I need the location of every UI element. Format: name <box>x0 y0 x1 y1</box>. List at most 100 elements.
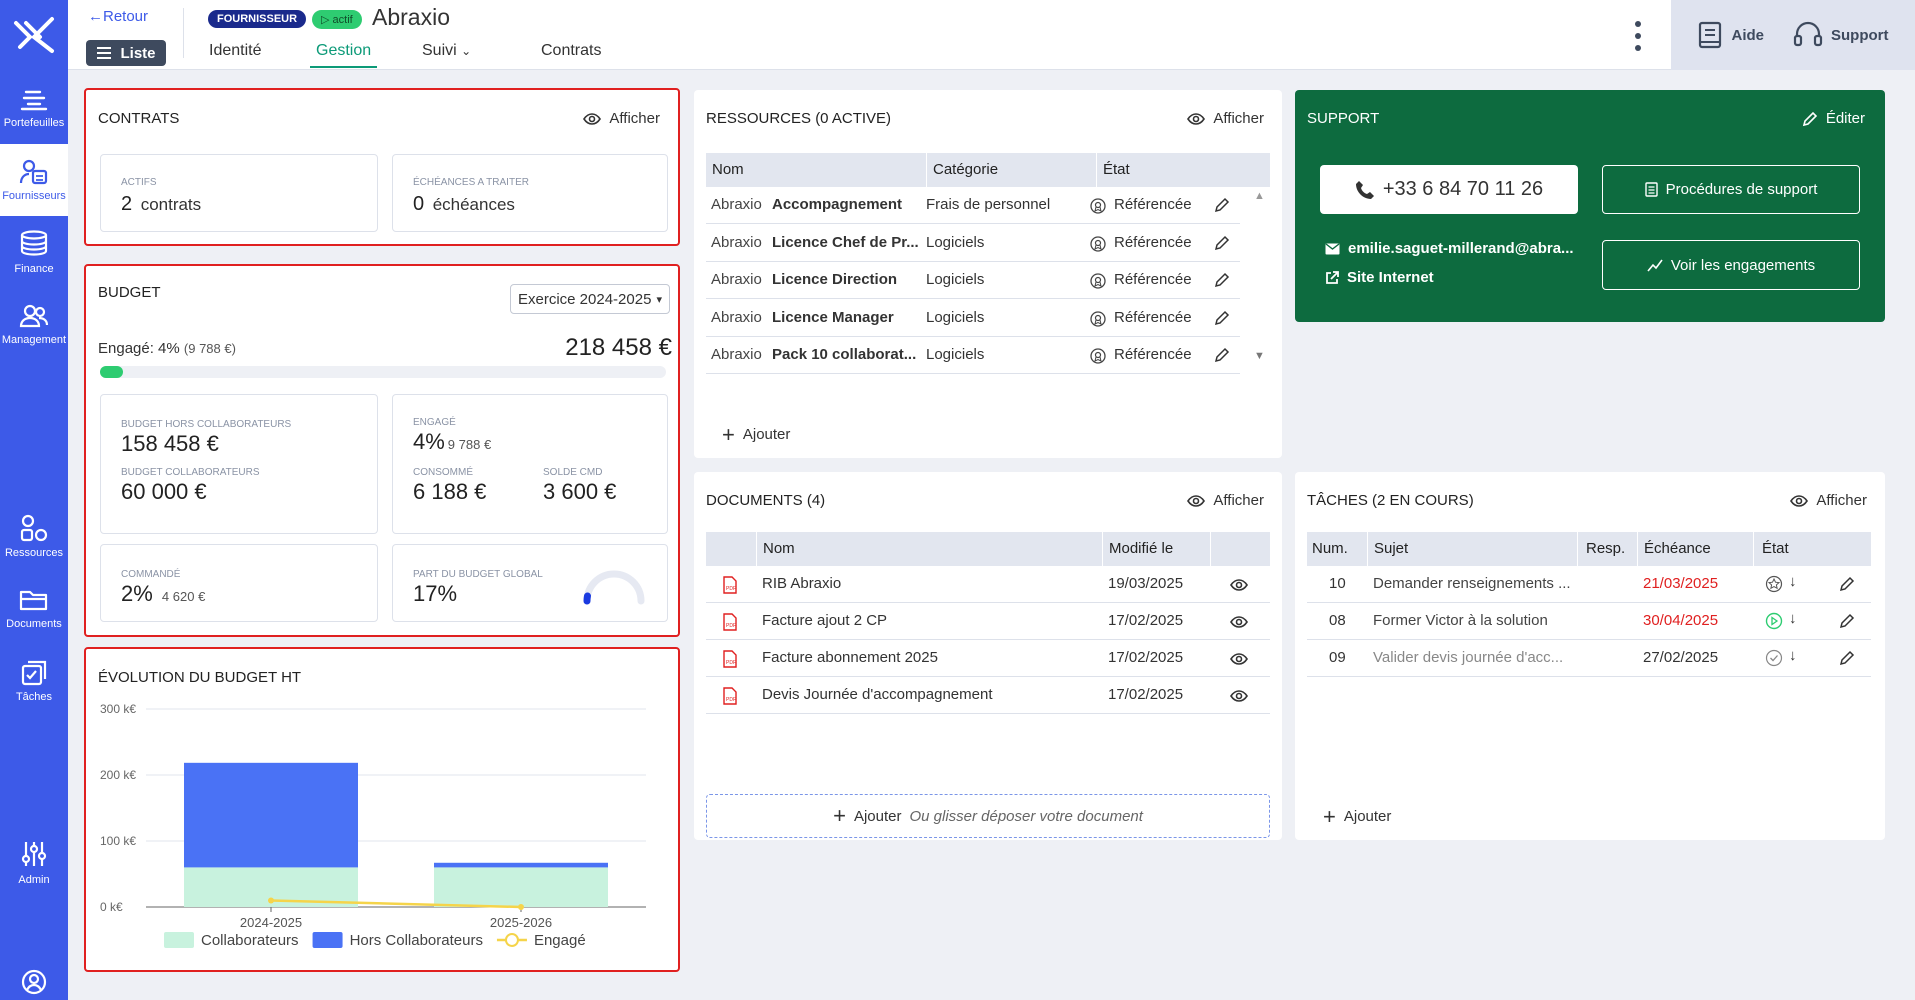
eye-icon[interactable] <box>1230 616 1248 628</box>
document-dropzone[interactable]: + Ajouter Ou glisser déposer votre docum… <box>706 794 1270 838</box>
tab-contrats[interactable]: Contrats <box>541 42 601 66</box>
help-button[interactable]: Aide <box>1697 21 1764 49</box>
star-status-icon[interactable] <box>1765 575 1783 593</box>
col-nom[interactable]: Nom <box>712 161 744 178</box>
support-phone-button[interactable]: +33 6 84 70 11 26 <box>1320 165 1578 214</box>
arrow-down-icon[interactable]: ↓ <box>1789 610 1797 627</box>
arrow-down-icon[interactable]: ↓ <box>1789 647 1797 664</box>
eye-icon[interactable] <box>1230 579 1248 591</box>
col-num[interactable]: Num. <box>1312 540 1348 557</box>
edit-pencil-icon[interactable] <box>1214 310 1230 326</box>
sidebar-item-label: Portefeuilles <box>3 116 65 129</box>
col-etat[interactable]: État <box>1753 532 1789 566</box>
y-tick-label: 0 k€ <box>100 900 123 914</box>
add-label: Ajouter <box>853 807 902 825</box>
support-edit-button[interactable]: Éditer <box>1802 110 1865 127</box>
ressources-scrollbar[interactable]: ▲ ▼ <box>1252 190 1266 362</box>
sidebar-item-ressources[interactable]: Ressources <box>0 500 68 572</box>
task-number: 08 <box>1329 612 1346 629</box>
sidebar-item-label: Fournisseurs <box>2 189 66 202</box>
table-row[interactable]: Abraxio Licence Manager Logiciels Référe… <box>706 300 1240 337</box>
y-tick-label: 300 k€ <box>100 702 136 716</box>
table-row[interactable]: 10 Demander renseignements ... ESA 21/03… <box>1307 566 1871 603</box>
ressources-afficher-button[interactable]: Afficher <box>1187 110 1264 127</box>
table-row[interactable]: 09 Valider devis journée d'acc... ESA 27… <box>1307 640 1871 677</box>
support-site-link[interactable]: Site Internet <box>1325 269 1434 286</box>
sidebar-item-finance[interactable]: Finance <box>0 216 68 288</box>
table-row[interactable]: Abraxio Licence Chef de Pr... Logiciels … <box>706 225 1240 262</box>
edit-pencil-icon[interactable] <box>1839 613 1855 629</box>
tab-suivi[interactable]: Suivi ⌄ <box>422 42 471 66</box>
sidebar-item-portefeuilles[interactable]: Portefeuilles <box>0 72 68 144</box>
user-avatar[interactable] <box>20 968 48 996</box>
table-row[interactable]: PDF RIB Abraxio 19/03/2025 <box>706 566 1270 603</box>
tab-identite[interactable]: Identité <box>209 42 261 66</box>
scroll-up-icon[interactable]: ▲ <box>1254 190 1265 202</box>
budget-allocation-tile[interactable]: BUDGET HORS COLLABORATEURS 158 458 € BUD… <box>100 394 378 534</box>
edit-pencil-icon[interactable] <box>1214 347 1230 363</box>
hamburger-icon <box>97 47 112 59</box>
table-row[interactable]: Abraxio Licence Direction Logiciels Réfé… <box>706 262 1240 299</box>
list-button[interactable]: Liste <box>86 40 166 66</box>
support-button[interactable]: Support <box>1793 21 1888 49</box>
tab-gestion[interactable]: Gestion <box>310 42 378 68</box>
sidebar-item-fournisseurs[interactable]: Fournisseurs <box>0 144 68 216</box>
sidebar-item-taches[interactable]: Tâches <box>0 644 68 716</box>
documents-afficher-button[interactable]: Afficher <box>1187 492 1264 509</box>
arrow-down-icon[interactable]: ↓ <box>1789 573 1797 590</box>
col-categorie[interactable]: Catégorie <box>926 153 998 187</box>
play-status-icon[interactable] <box>1765 612 1783 630</box>
table-row[interactable]: PDF Facture abonnement 2025 17/02/2025 <box>706 640 1270 677</box>
procedures-button[interactable]: Procédures de support <box>1602 165 1860 214</box>
col-etat[interactable]: État <box>1096 153 1130 187</box>
col-resp[interactable]: Resp. <box>1577 532 1625 566</box>
edit-label: Éditer <box>1825 110 1865 127</box>
scroll-down-icon[interactable]: ▼ <box>1254 350 1265 362</box>
col-modifie[interactable]: Modifié le <box>1102 532 1173 566</box>
sidebar-item-admin[interactable]: Admin <box>0 826 68 898</box>
back-link[interactable]: ←Retour <box>88 8 148 25</box>
edit-pencil-icon[interactable] <box>1839 576 1855 592</box>
table-row[interactable]: 08 Former Victor à la solution ESA 30/04… <box>1307 603 1871 640</box>
table-row[interactable]: PDF Facture ajout 2 CP 17/02/2025 <box>706 603 1270 640</box>
actifs-value: 2 contrats <box>121 193 201 216</box>
col-sujet[interactable]: Sujet <box>1367 532 1408 566</box>
contrats-echeances-tile[interactable]: ÉCHÉANCES A TRAITER 0 échéances <box>392 154 668 232</box>
budget-card: BUDGET Exercice 2024-2025 ▾ Engagé: 4% (… <box>84 264 680 637</box>
contrats-actifs-tile[interactable]: ACTIFS 2 contrats <box>100 154 378 232</box>
hors-collab-value: 158 458 € <box>121 431 219 456</box>
budget-engage-tile[interactable]: ENGAGÉ 4% 9 788 € CONSOMMÉ 6 188 € SOLDE … <box>392 394 668 534</box>
more-menu-icon[interactable] <box>1634 20 1642 52</box>
edit-pencil-icon[interactable] <box>1839 650 1855 666</box>
edit-pencil-icon[interactable] <box>1214 235 1230 251</box>
arrow-left-icon: ← <box>88 8 103 25</box>
commande-sub: 4 620 € <box>161 589 206 604</box>
budget-evolution-chart: 300 k€ 200 k€ 100 k€ 0 k€ 2024-2025 2025-2026… <box>100 702 646 949</box>
commande-tile[interactable]: COMMANDÉ 2% 4 620 € <box>100 544 378 622</box>
app-logo[interactable] <box>0 0 68 70</box>
part-budget-tile[interactable]: PART DU BUDGET GLOBAL 17% <box>392 544 668 622</box>
check-status-icon[interactable] <box>1765 649 1783 667</box>
exercice-select[interactable]: Exercice 2024-2025 ▾ <box>510 284 670 314</box>
sidebar-item-documents[interactable]: Documents <box>0 572 68 644</box>
eye-icon[interactable] <box>1230 690 1248 702</box>
engagements-button[interactable]: Voir les engagements <box>1602 240 1860 290</box>
contrats-afficher-button[interactable]: Afficher <box>583 110 660 127</box>
col-echeance[interactable]: Échéance <box>1637 532 1711 566</box>
chevron-down-icon: ▾ <box>656 293 662 306</box>
table-row[interactable]: Abraxio Accompagnement Frais de personne… <box>706 187 1240 224</box>
edit-pencil-icon[interactable] <box>1214 272 1230 288</box>
taches-afficher-button[interactable]: Afficher <box>1790 492 1867 509</box>
col-nom[interactable]: Nom <box>756 532 795 566</box>
sidebar-item-management[interactable]: Management <box>0 288 68 360</box>
table-row[interactable]: PDF Devis Journée d'accompagnement 17/02… <box>706 677 1270 714</box>
table-row[interactable]: Abraxio Pack 10 collaborat... Logiciels … <box>706 337 1240 374</box>
ressources-add-button[interactable]: + Ajouter <box>722 423 790 445</box>
edit-pencil-icon[interactable] <box>1214 197 1230 213</box>
legend-swatch <box>312 932 343 948</box>
eye-icon[interactable] <box>1230 653 1248 665</box>
afficher-label: Afficher <box>1213 110 1264 127</box>
support-email-link[interactable]: emilie.saguet-millerand@abra... <box>1325 240 1574 257</box>
resource-vendor: Abraxio <box>711 196 762 213</box>
taches-add-button[interactable]: + Ajouter <box>1323 805 1391 827</box>
